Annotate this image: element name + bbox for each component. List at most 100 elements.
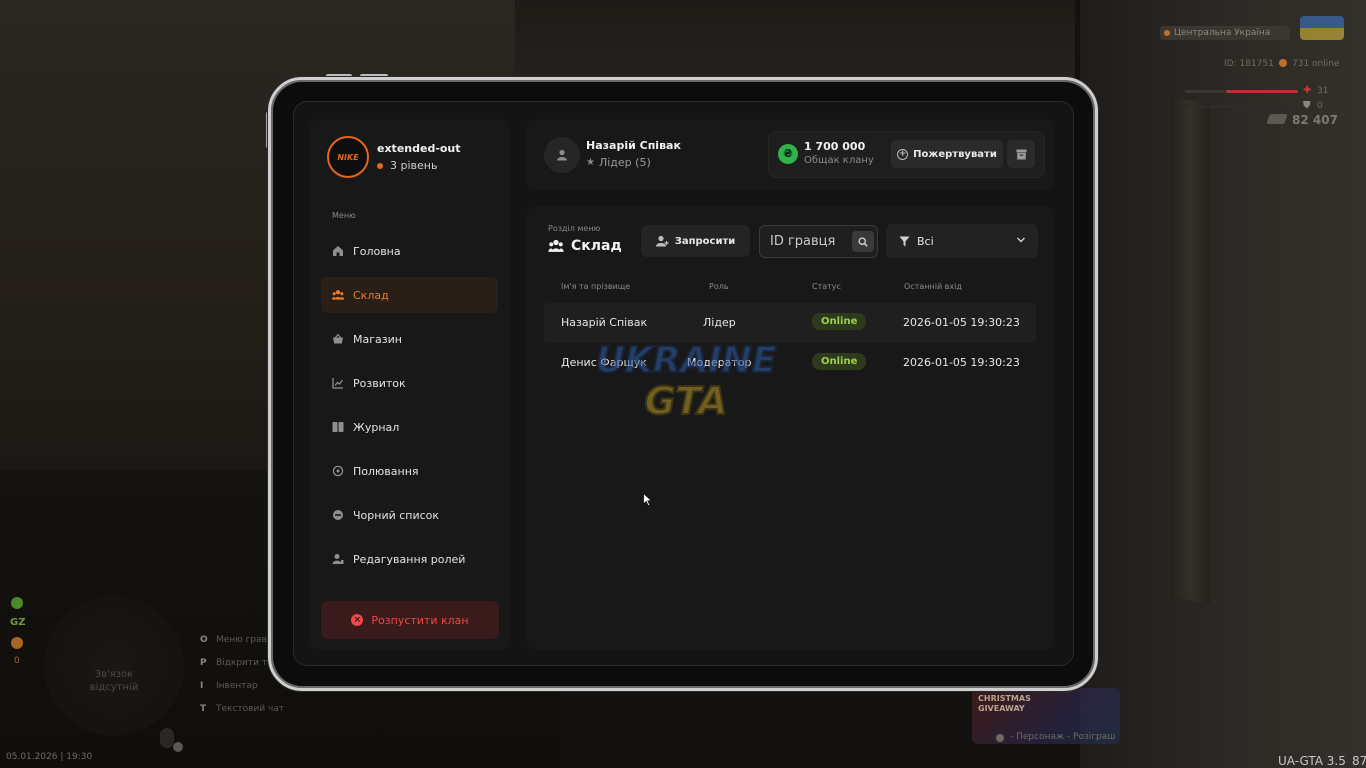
member-name: Назарій Співак xyxy=(561,316,648,329)
donate-button[interactable]: + Пожертвувати xyxy=(891,140,1003,168)
section-caption: Розділ меню xyxy=(548,224,601,233)
gz-label: GZ xyxy=(10,617,26,628)
chevron-down-icon xyxy=(1016,235,1026,245)
sidebar-menu: Головна Склад Магазин Розвиток Журнал По… xyxy=(321,233,498,585)
sidebar-item-label: Розвиток xyxy=(353,376,406,390)
search-icon xyxy=(858,236,868,247)
tip-key: T xyxy=(200,703,207,714)
sidebar-item-warehouse[interactable]: Склад xyxy=(321,277,498,313)
archive-icon xyxy=(1016,149,1026,159)
leader-role-text: Лідер (5) xyxy=(598,156,651,169)
avatar xyxy=(544,137,580,173)
sidebar-item-label: Полювання xyxy=(353,464,419,478)
column-header-last-login: Останній вхід xyxy=(904,282,962,291)
close-circle-icon: × xyxy=(351,614,364,626)
clan-name: extended-out xyxy=(377,142,461,155)
disband-clan-label: Розпустити клан xyxy=(371,613,469,627)
star-icon: ★ xyxy=(586,157,595,168)
sidebar-item-blacklist[interactable]: Чорний список xyxy=(321,497,498,533)
promo-key-icon xyxy=(996,734,1004,742)
status-badge: Online xyxy=(812,313,867,330)
hud-online-count: 731 online xyxy=(1292,59,1340,69)
sidebar-item-label: Журнал xyxy=(353,420,400,434)
role-filter-select[interactable]: Всі xyxy=(886,224,1038,258)
member-role: Лідер xyxy=(703,316,736,329)
clan-level: 3 рівень xyxy=(377,159,461,172)
tip-row: T Текстовий чат xyxy=(200,697,303,720)
sidebar-item-label: Головна xyxy=(353,244,401,258)
tip-label: Інвентар xyxy=(216,680,258,691)
table-row[interactable]: Денис Фарщук Модератор Online 2026-01-05… xyxy=(544,343,1036,383)
tip-key: I xyxy=(200,680,204,691)
table-row[interactable]: Назарій Співак Лідер Online 2026-01-05 1… xyxy=(544,303,1036,343)
background-door-frame xyxy=(1170,96,1210,604)
search-button[interactable] xyxy=(852,231,874,252)
hud-region-label: Центральна Україна xyxy=(1160,26,1290,40)
basket-icon xyxy=(332,333,344,345)
tip-label: Текстовий чат xyxy=(216,703,285,714)
health-icon: ✚ xyxy=(1303,85,1312,96)
online-icon xyxy=(1279,59,1287,67)
money-stack-icon xyxy=(1266,114,1288,124)
gz-status-icon xyxy=(11,597,23,609)
tip-key: P xyxy=(200,657,207,668)
add-user-icon xyxy=(655,235,669,247)
disband-clan-button[interactable]: × Розпустити клан xyxy=(321,601,499,639)
table-header: Ім'я та прізвище Роль Статус Останній вх… xyxy=(544,282,1036,294)
armor-icon: ⛊ xyxy=(1303,100,1311,111)
hud-armor: 0 xyxy=(1317,101,1323,111)
chart-icon xyxy=(332,377,344,389)
sidebar-item-development[interactable]: Розвиток xyxy=(321,365,498,401)
archive-button[interactable] xyxy=(1007,140,1035,168)
sidebar-item-shop[interactable]: Магазин xyxy=(321,321,498,357)
target-icon xyxy=(332,465,344,477)
user-icon xyxy=(557,149,567,161)
promo-footer: - Персонаж - Розіграш xyxy=(1010,732,1116,742)
warehouse-icon xyxy=(332,289,344,301)
minimap-text-line-2: відсутній xyxy=(89,682,139,693)
status-badge: Online xyxy=(812,353,867,370)
column-header-role: Роль xyxy=(709,282,729,291)
search-input[interactable] xyxy=(770,226,852,257)
clan-header: NIKE extended-out 3 рівень xyxy=(327,136,461,178)
server-version: UA-GTA 3.5 xyxy=(1278,754,1346,768)
sidebar-item-label: Магазин xyxy=(353,332,402,346)
hud-health: 31 xyxy=(1317,86,1329,96)
member-last-login: 2026-01-05 19:30:23 xyxy=(903,356,1020,369)
sidebar-item-journal[interactable]: Журнал xyxy=(321,409,498,445)
wanted-icon xyxy=(11,637,23,649)
user-edit-icon xyxy=(332,553,344,565)
sidebar-item-hunting[interactable]: Полювання xyxy=(321,453,498,489)
sidebar-item-home[interactable]: Головна xyxy=(321,233,498,269)
donate-label: Пожертвувати xyxy=(913,148,997,160)
sidebar-item-label: Редагування ролей xyxy=(353,552,466,566)
book-icon xyxy=(332,421,344,433)
plus-circle-icon: + xyxy=(897,148,909,160)
promo-banner-text: CHRISTMAS GIVEAWAY xyxy=(978,694,1031,714)
member-role: Модератор xyxy=(687,356,752,369)
sidebar-item-role-editing[interactable]: Редагування ролей xyxy=(321,541,498,577)
invite-button[interactable]: Запросити xyxy=(641,225,750,257)
microphone-icon xyxy=(160,728,174,748)
sidebar-item-label: Чорний список xyxy=(353,508,440,522)
clan-logo: NIKE xyxy=(327,136,369,178)
sidebar-item-label: Склад xyxy=(353,288,389,302)
clan-bank-amount: 1 700 000 xyxy=(804,140,866,153)
filter-value: Всі xyxy=(917,234,934,248)
hud-money: 82 407 xyxy=(1292,113,1338,127)
minimap-text-line-1: Зв'язок xyxy=(94,669,134,680)
wanted-count: 0 xyxy=(14,656,20,666)
column-header-name: Ім'я та прізвище xyxy=(561,282,631,291)
minimap xyxy=(44,596,184,736)
health-bar-track xyxy=(1185,90,1225,93)
invite-label: Запросити xyxy=(674,235,736,247)
hud-player-id: ID: 181751 xyxy=(1224,59,1274,69)
column-header-status: Статус xyxy=(812,282,841,291)
level-dot-icon xyxy=(377,162,383,169)
menu-caption: Меню xyxy=(332,211,356,220)
home-icon xyxy=(332,245,344,257)
minimap-no-signal: Зв'язок відсутній xyxy=(64,668,164,694)
fps-counter: 87 xyxy=(1352,754,1366,768)
player-id-search xyxy=(759,225,878,258)
main-panel xyxy=(526,206,1055,650)
